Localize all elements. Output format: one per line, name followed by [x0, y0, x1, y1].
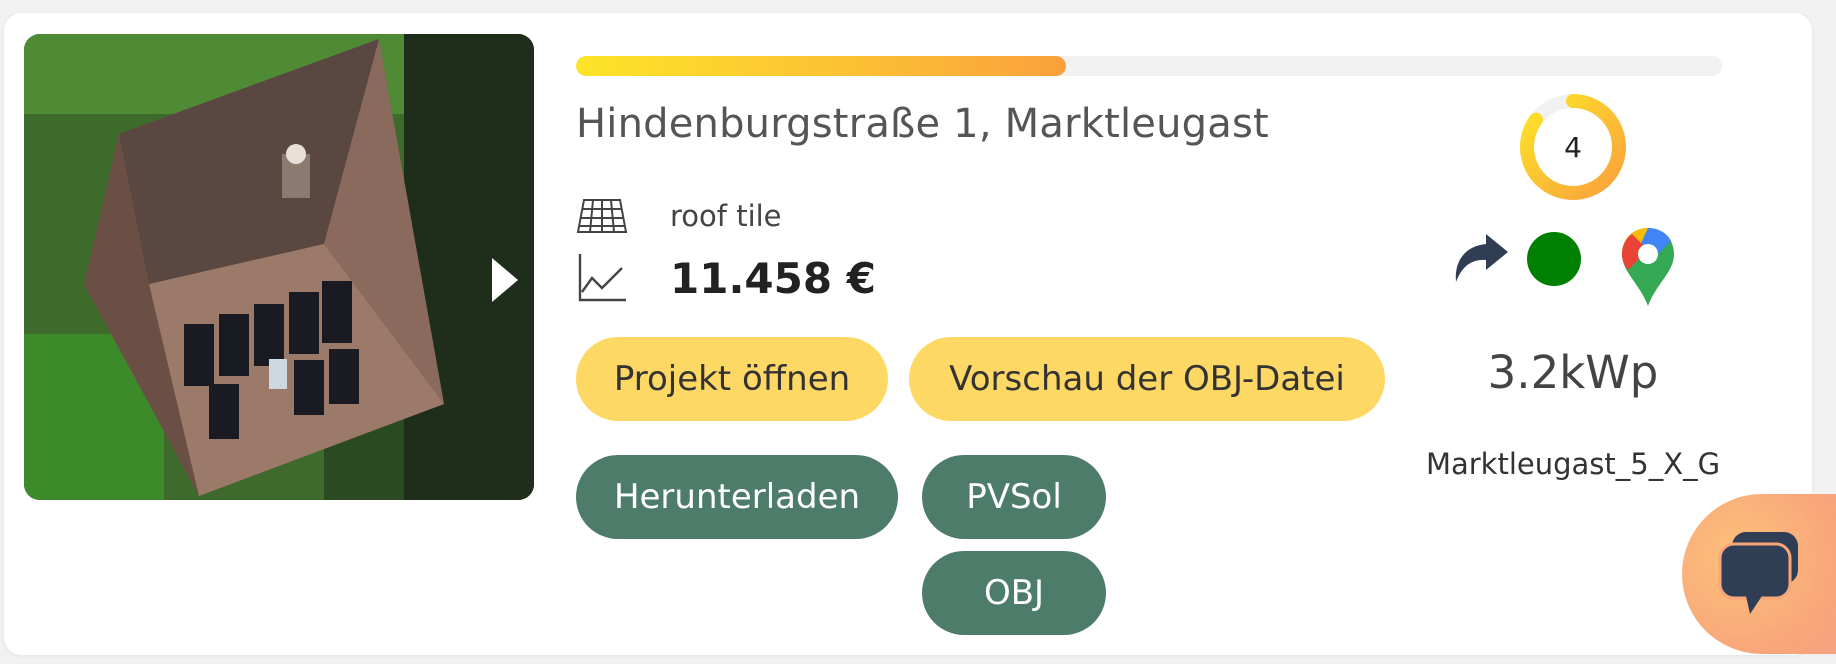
chat-bubbles-icon[interactable]	[1718, 530, 1802, 616]
roof-tile-icon	[576, 190, 628, 242]
obj-button[interactable]: OBJ	[922, 551, 1106, 635]
roof-type-row: roof tile	[576, 190, 782, 242]
share-arrow-icon[interactable]	[1450, 230, 1510, 286]
google-maps-pin-icon[interactable]	[1620, 226, 1676, 308]
capacity-value: 3.2kWp	[1487, 346, 1659, 399]
status-indicator	[1527, 232, 1581, 286]
pvsol-button[interactable]: PVSol	[922, 455, 1106, 539]
project-code: Marktleugast_5_X_G	[1425, 447, 1721, 481]
price-value: 11.458 €	[670, 253, 876, 303]
open-project-button[interactable]: Projekt öffnen	[576, 337, 888, 421]
price-row: 11.458 €	[576, 252, 876, 304]
project-address: Hindenburgstraße 1, Marktleugast	[576, 101, 1269, 147]
preview-obj-button[interactable]: Vorschau der OBJ-Datei	[909, 337, 1385, 421]
line-chart-icon	[576, 252, 628, 304]
progress-bar	[576, 56, 1722, 76]
score-value: 4	[1564, 130, 1582, 164]
download-button[interactable]: Herunterladen	[576, 455, 898, 539]
progress-fill	[576, 56, 1067, 76]
chevron-right-icon[interactable]	[488, 256, 522, 304]
roof-aerial-image[interactable]	[24, 34, 534, 500]
roof-type-label: roof tile	[670, 199, 782, 233]
